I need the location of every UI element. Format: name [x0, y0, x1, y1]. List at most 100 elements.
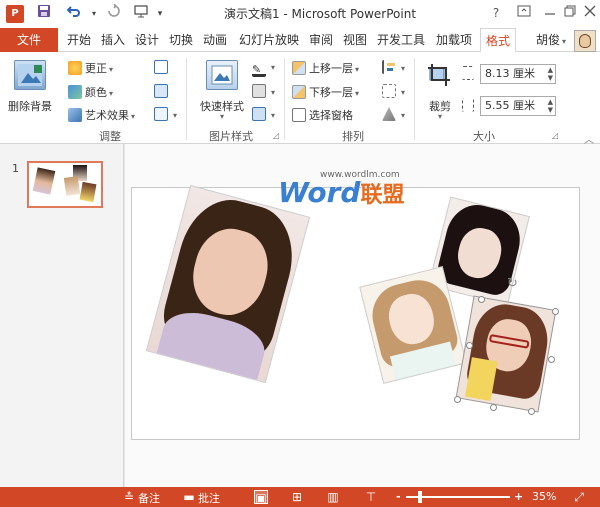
zoom-in-button[interactable]: +: [514, 490, 523, 503]
group-label-picture-styles: 图片样式: [209, 130, 253, 143]
thumbnail-photo: [32, 167, 56, 195]
align-dropdown-icon: ▾: [401, 64, 406, 73]
tab-animations[interactable]: 动画: [200, 28, 230, 52]
close-icon[interactable]: [576, 2, 600, 24]
rotate-button[interactable]: ▾: [382, 107, 405, 121]
ribbon-display-options-icon[interactable]: [510, 2, 538, 24]
resize-handle[interactable]: [548, 356, 555, 363]
resize-handle[interactable]: [552, 308, 559, 315]
color-dropdown-icon: ▾: [109, 89, 114, 98]
tab-view[interactable]: 视图: [340, 28, 370, 52]
tab-transitions[interactable]: 切换: [166, 28, 196, 52]
zoom-slider[interactable]: [406, 491, 510, 503]
group-separator: [414, 58, 415, 140]
from-beginning-icon[interactable]: [132, 4, 152, 24]
size-launcher-icon[interactable]: ◿: [552, 131, 558, 140]
quick-styles-icon: [206, 60, 238, 90]
remove-background-button[interactable]: 删除背景: [4, 58, 56, 126]
compress-pictures-button[interactable]: [154, 60, 171, 74]
picture-layout-button[interactable]: ▾: [252, 107, 275, 121]
change-picture-icon: [154, 84, 168, 98]
notes-button[interactable]: 备注: [138, 490, 160, 506]
slideshow-icon[interactable]: ⊤: [364, 490, 378, 504]
zoom-out-button[interactable]: -: [396, 490, 401, 503]
resize-handle[interactable]: [490, 404, 497, 411]
tab-insert[interactable]: 插入: [98, 28, 128, 52]
zoom-slider-thumb[interactable]: [418, 491, 422, 503]
group-objects-button[interactable]: ▾: [382, 84, 405, 98]
tab-developer[interactable]: 开发工具: [374, 28, 428, 52]
redo-icon[interactable]: [104, 3, 124, 24]
tab-home[interactable]: 开始: [64, 28, 94, 52]
group-label-adjust: 调整: [99, 130, 121, 143]
picture-border-icon: ✎: [252, 63, 266, 77]
reset-picture-dropdown-icon: ▾: [173, 111, 178, 120]
picture-effects-icon: [252, 84, 266, 98]
corrections-icon: [68, 61, 82, 75]
corrections-dropdown-icon: ▾: [109, 65, 114, 74]
tab-design[interactable]: 设计: [132, 28, 162, 52]
width-spinner-icon[interactable]: ▲ ▼: [548, 98, 553, 114]
selection-pane-button[interactable]: 选择窗格: [292, 107, 353, 123]
resize-handle[interactable]: [528, 408, 535, 415]
group-separator: [186, 58, 187, 140]
user-account[interactable]: 胡俊 ▾: [536, 28, 566, 52]
tab-slideshow[interactable]: 幻灯片放映: [234, 28, 304, 52]
shape-height-input[interactable]: 8.13 厘米 ▲ ▼: [480, 64, 556, 84]
picture-effects-button[interactable]: ▾: [252, 84, 275, 98]
undo-icon[interactable]: [64, 4, 84, 24]
undo-dropdown-icon[interactable]: ▾: [84, 4, 104, 24]
fit-slide-icon[interactable]: ⤢: [572, 490, 586, 504]
save-icon[interactable]: [34, 4, 54, 24]
help-button[interactable]: ?: [482, 2, 510, 24]
user-name[interactable]: 胡俊: [536, 33, 560, 47]
bring-forward-icon: [292, 61, 306, 75]
align-button[interactable]: ▾: [382, 60, 405, 74]
avatar[interactable]: [574, 30, 596, 52]
picture-border-dropdown-icon: ▾: [271, 63, 276, 72]
window-title: 演示文稿1 - Microsoft PowerPoint: [223, 7, 417, 21]
photo-yellow-cup: [464, 357, 498, 402]
change-picture-button[interactable]: [154, 84, 171, 98]
watermark-logo-cn: 联盟: [360, 183, 405, 208]
tab-addins[interactable]: 加载项: [432, 28, 476, 52]
artistic-effects-button[interactable]: 艺术效果 ▾: [68, 107, 135, 123]
powerpoint-app-icon[interactable]: P: [6, 5, 24, 23]
comments-button[interactable]: 批注: [198, 490, 220, 506]
reset-picture-button[interactable]: ▾: [154, 107, 177, 121]
tab-review[interactable]: 审阅: [306, 28, 336, 52]
resize-handle[interactable]: [454, 396, 461, 403]
artistic-effects-label: 艺术效果: [85, 109, 129, 122]
resize-handle[interactable]: [466, 342, 473, 349]
quick-styles-button[interactable]: 快速样式 ▾: [194, 58, 250, 126]
bring-forward-button[interactable]: 上移一层 ▾: [292, 60, 359, 76]
corrections-button[interactable]: 更正 ▾: [68, 60, 113, 76]
send-backward-button[interactable]: 下移一层 ▾: [292, 84, 359, 100]
slide-thumbnail[interactable]: [27, 161, 103, 208]
slide-sorter-icon[interactable]: ⊞: [290, 490, 304, 504]
zoom-percent[interactable]: 35%: [532, 490, 556, 503]
title-bar: P ▾ ▾ 演示文稿1 - Microsoft PowerPoint ?: [0, 0, 600, 28]
bring-forward-dropdown-icon: ▾: [355, 65, 360, 74]
group-label-arrange: 排列: [342, 130, 364, 143]
shape-width-input[interactable]: 5.55 厘米 ▲ ▼: [480, 96, 556, 116]
send-backward-label: 下移一层: [309, 86, 353, 99]
crop-button[interactable]: 裁剪 ▾: [420, 58, 460, 126]
notes-icon[interactable]: ≛: [122, 490, 136, 504]
color-button[interactable]: 颜色 ▾: [68, 84, 113, 100]
compress-pictures-icon: [154, 60, 168, 74]
format-picture-launcher-icon[interactable]: ◿: [273, 131, 279, 140]
user-dropdown-icon[interactable]: ▾: [562, 37, 566, 46]
slide-photo-selected[interactable]: [455, 295, 557, 413]
tab-file[interactable]: 文件: [0, 28, 58, 52]
customize-toolbar-icon[interactable]: ▾: [150, 4, 170, 24]
send-backward-dropdown-icon: ▾: [355, 89, 360, 98]
normal-view-icon[interactable]: ▣: [254, 490, 268, 505]
comments-icon[interactable]: ▬: [182, 490, 196, 504]
tab-format[interactable]: 格式: [480, 28, 516, 53]
resize-handle[interactable]: [478, 296, 485, 303]
rotate-handle-icon[interactable]: ↻: [507, 276, 518, 291]
picture-border-button[interactable]: ✎ ▾: [252, 60, 275, 77]
reading-view-icon[interactable]: ▥: [326, 490, 340, 504]
height-spinner-icon[interactable]: ▲ ▼: [548, 66, 553, 82]
